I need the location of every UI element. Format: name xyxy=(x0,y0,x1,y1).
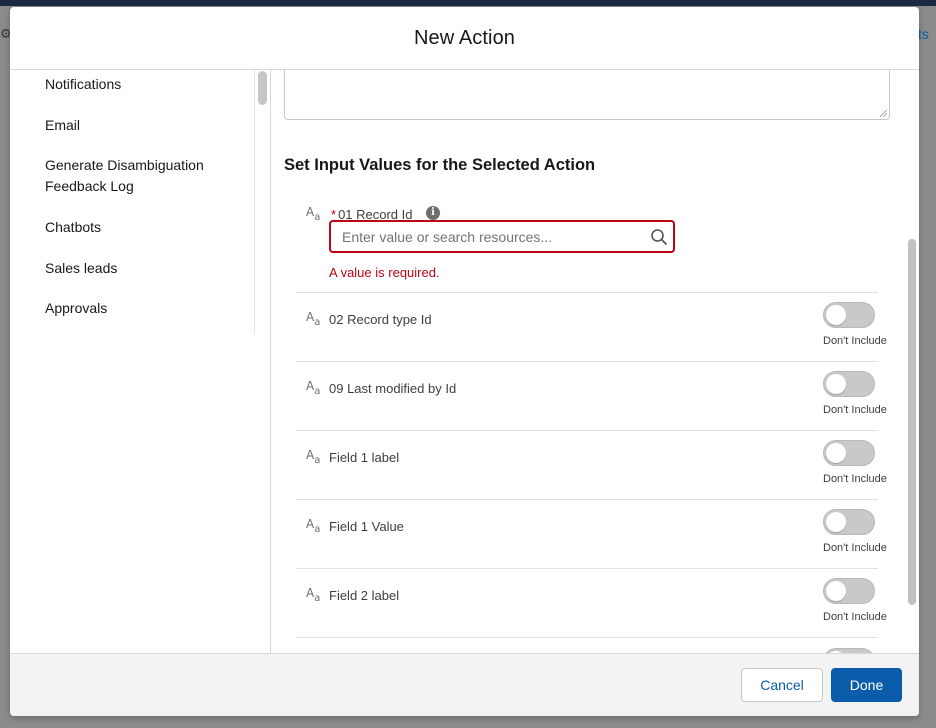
sidebar-item-notifications[interactable]: Notifications xyxy=(45,74,245,95)
sidebar-item-approvals[interactable]: Approvals xyxy=(45,298,245,319)
cancel-button[interactable]: Cancel xyxy=(741,668,823,702)
nav-list-divider xyxy=(254,70,255,334)
include-toggle[interactable] xyxy=(823,371,875,397)
field-label: 02 Record type Id xyxy=(329,312,432,327)
field-label: 09 Last modified by Id xyxy=(329,381,457,396)
include-toggle[interactable] xyxy=(823,509,875,535)
sidebar-item-chatbots[interactable]: Chatbots xyxy=(45,217,245,238)
field-row-field-1-value: Aa Field 1 Value Don't Include xyxy=(296,499,887,568)
field-label: Field 2 label xyxy=(329,588,400,603)
text-type-icon: Aa xyxy=(306,379,321,397)
record-id-combobox[interactable] xyxy=(329,220,675,253)
description-textarea[interactable] xyxy=(284,70,890,120)
field-row-last-modified-by-id: Aa 09 Last modified by Id Don't Include xyxy=(296,361,887,430)
modal-body: Notifications Email Generate Disambiguat… xyxy=(10,70,919,653)
text-type-icon: Aa xyxy=(306,205,321,223)
toggle-knob xyxy=(826,305,846,325)
pane-divider xyxy=(270,70,271,653)
modal-header: New Action xyxy=(10,7,919,70)
include-toggle[interactable] xyxy=(823,440,875,466)
include-toggle[interactable] xyxy=(823,578,875,604)
toggle-knob xyxy=(826,443,846,463)
gear-icon: ⚙ xyxy=(0,26,12,41)
field-label: Field 1 label xyxy=(329,450,400,465)
text-type-icon: Aa xyxy=(306,448,321,466)
app-top-bar xyxy=(0,0,936,6)
background-link-fragment: ts xyxy=(918,26,929,42)
modal-title: New Action xyxy=(413,26,516,49)
left-scrollbar[interactable] xyxy=(258,71,267,105)
field-row-field-2-label: Aa Field 2 label Don't Include xyxy=(296,568,887,637)
include-toggle[interactable] xyxy=(823,302,875,328)
record-id-input[interactable] xyxy=(342,227,642,247)
toggle-caption: Don't Include xyxy=(823,542,887,554)
search-icon[interactable] xyxy=(650,228,668,246)
field-error-message: A value is required. xyxy=(329,265,440,280)
right-scrollbar[interactable] xyxy=(908,239,916,605)
toggle-knob xyxy=(826,512,846,532)
action-category-list: Notifications Email Generate Disambiguat… xyxy=(10,70,272,653)
sidebar-item-generate-disambiguation-feedback-log[interactable]: Generate Disambiguation Feedback Log xyxy=(45,155,225,197)
info-icon[interactable]: i xyxy=(426,206,440,220)
sidebar-item-sales-leads[interactable]: Sales leads xyxy=(45,258,245,279)
resize-grip-icon[interactable] xyxy=(880,110,887,117)
toggle-caption: Don't Include xyxy=(823,611,887,623)
toggle-caption: Don't Include xyxy=(823,404,887,416)
text-type-icon: Aa xyxy=(306,517,321,535)
field-label: Field 1 Value xyxy=(329,519,404,534)
done-button[interactable]: Done xyxy=(831,668,902,702)
action-input-panel: Set Input Values for the Selected Action… xyxy=(272,70,919,653)
new-action-modal: New Action Notifications Email Generate … xyxy=(10,7,919,716)
field-row-field-1-label: Aa Field 1 label Don't Include xyxy=(296,430,887,499)
field-row-record-type-id: Aa 02 Record type Id Don't Include xyxy=(296,292,887,361)
row-divider xyxy=(296,637,878,638)
toggle-knob xyxy=(826,581,846,601)
text-type-icon: Aa xyxy=(306,586,321,604)
modal-footer: Cancel Done xyxy=(10,653,919,716)
text-type-icon: Aa xyxy=(306,310,321,328)
toggle-caption: Don't Include xyxy=(823,473,887,485)
section-heading: Set Input Values for the Selected Action xyxy=(284,156,596,174)
sidebar-item-email[interactable]: Email xyxy=(45,115,245,136)
toggle-caption: Don't Include xyxy=(823,335,887,347)
toggle-knob xyxy=(826,374,846,394)
